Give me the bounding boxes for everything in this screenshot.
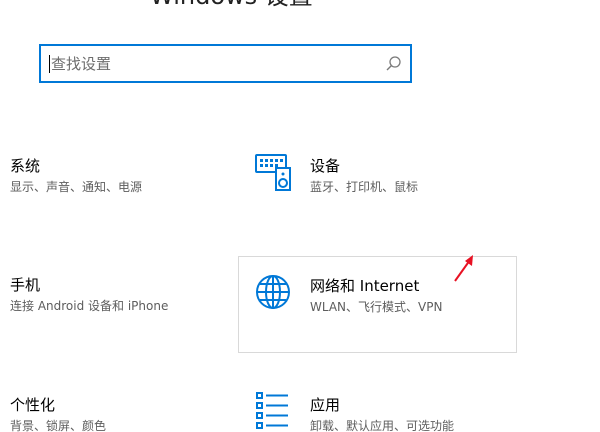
red-arrow-annotation [454, 255, 473, 282]
tile-description: 显示、声音、通知、电源 [10, 180, 143, 194]
tile-apps[interactable]: 应用 卸载、默认应用、可选功能 [240, 380, 518, 432]
tile-system[interactable]: 系统 显示、声音、通知、电源 [0, 140, 235, 230]
settings-window: Windows 设置 系统 显示、声音、通知、电源 设备 [0, 0, 600, 432]
tile-title: 个性化 [10, 396, 56, 414]
app-list-icon [256, 392, 288, 429]
tile-description: 卸载、默认应用、可选功能 [310, 419, 455, 432]
tile-description: 蓝牙、打印机、鼠标 [310, 180, 419, 194]
tile-phone[interactable]: 手机 连接 Android 设备和 iPhone [0, 258, 235, 353]
tile-personalization[interactable]: 个性化 背景、锁屏、颜色 [0, 380, 235, 432]
search-input[interactable] [51, 50, 371, 77]
keyboard-speaker-icon [255, 154, 291, 191]
tile-title: 设备 [310, 157, 341, 175]
tile-title: 应用 [310, 396, 341, 414]
tile-description: 背景、锁屏、颜色 [10, 419, 107, 432]
tile-devices[interactable]: 设备 蓝牙、打印机、鼠标 [240, 140, 518, 230]
tile-title: 手机 [10, 276, 41, 294]
text-caret [49, 55, 50, 73]
globe-icon [256, 275, 290, 309]
tile-description: 连接 Android 设备和 iPhone [10, 299, 169, 313]
tile-title: 网络和 Internet [310, 277, 420, 295]
tile-title: 系统 [10, 157, 41, 175]
page-title: Windows 设置 [150, 0, 313, 11]
tile-description: WLAN、飞行模式、VPN [310, 300, 443, 314]
search-icon[interactable] [385, 55, 402, 72]
search-box[interactable] [39, 44, 412, 83]
